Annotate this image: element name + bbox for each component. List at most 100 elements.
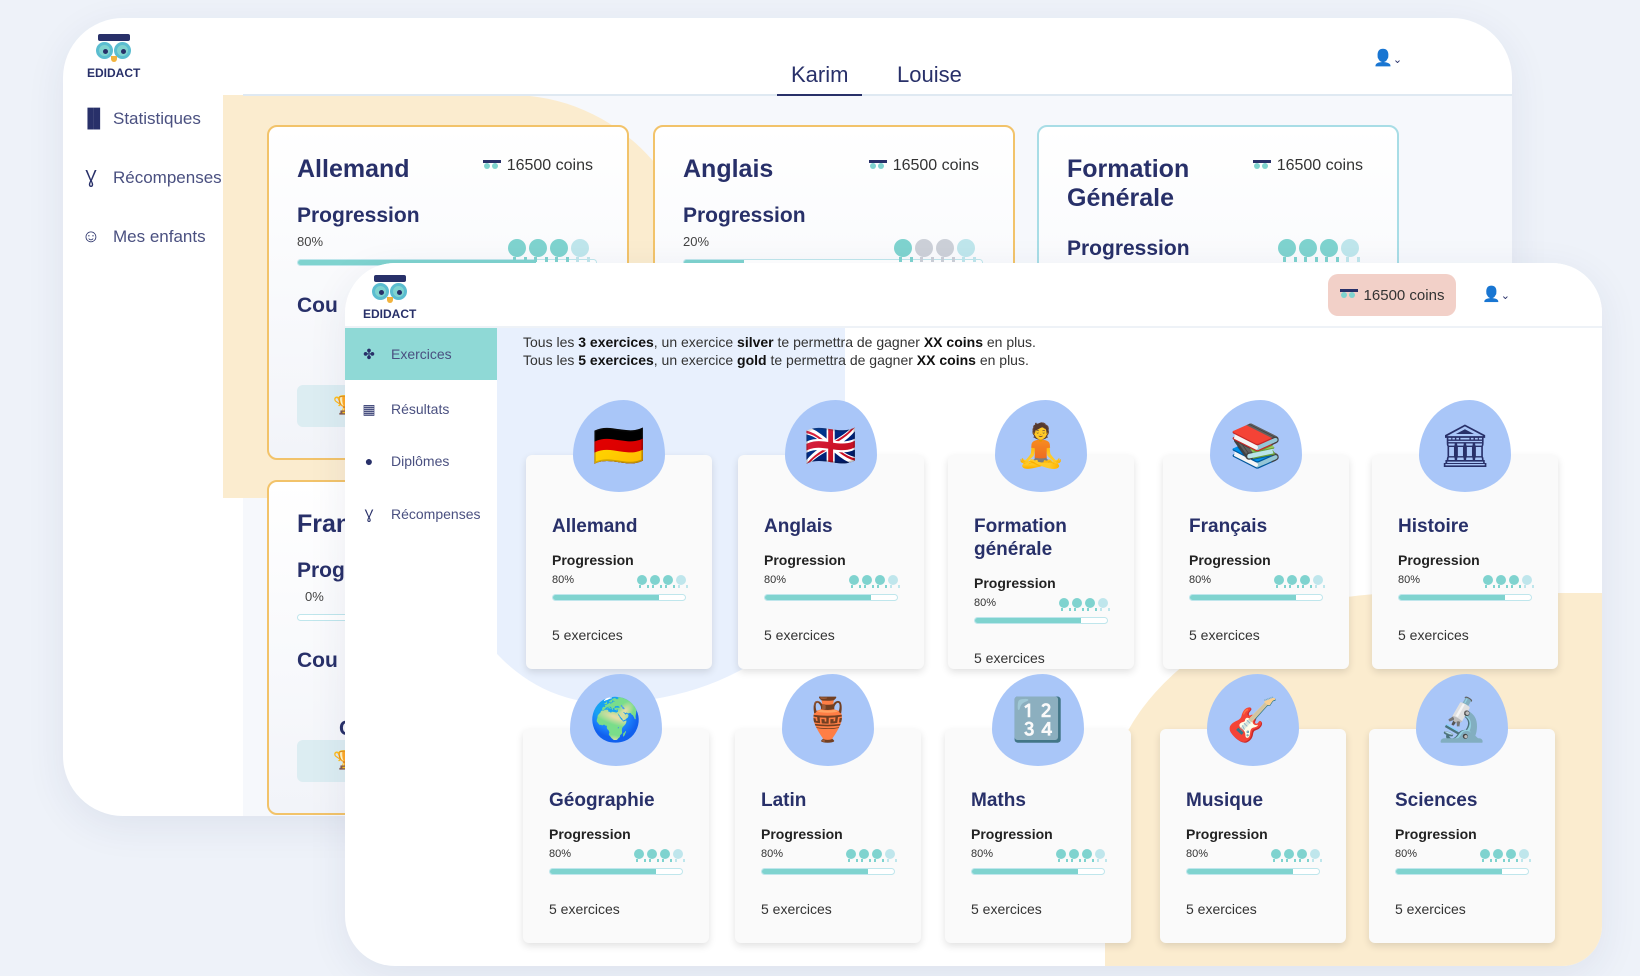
sidebar-item-récompenses[interactable]: Ɣ Récompenses — [345, 488, 497, 540]
progress-bar — [1186, 868, 1320, 875]
progression-label: Progression — [971, 826, 1053, 842]
subject-illustration: 📚 — [1210, 400, 1302, 492]
medal-icon — [1509, 575, 1521, 588]
sidebar-item-label: Récompenses — [113, 167, 222, 187]
medal-rating — [637, 575, 688, 588]
medal-rating — [1278, 239, 1360, 262]
sidebar-item-récompenses[interactable]: Ɣ Récompenses — [81, 167, 222, 188]
subject-card[interactable]: 🇩🇪 Allemand Progression 80% 5 exercices — [526, 400, 712, 669]
exercises-icon: ✤ — [363, 345, 375, 362]
medal-icon — [1098, 598, 1110, 611]
progress-percent: 80% — [1395, 848, 1418, 860]
medal-icon — [1341, 239, 1360, 262]
subject-card[interactable]: 🎸 Musique Progression 80% 5 exercices — [1160, 674, 1346, 943]
medal-icon — [888, 575, 900, 588]
sidebar-item-exercices[interactable]: ✤ Exercices — [345, 328, 497, 380]
medal-icon — [663, 575, 675, 588]
tab-louise[interactable]: Louise — [897, 62, 962, 88]
progress-percent: 80% — [761, 848, 784, 860]
medal-icon — [1300, 575, 1312, 588]
medal-icon — [849, 575, 861, 588]
medal-icon — [1278, 239, 1297, 262]
progression-label: Progression — [1395, 826, 1477, 842]
subject-title: Géographie — [549, 790, 655, 811]
logo[interactable]: EDIDACT — [363, 275, 416, 321]
subject-title: Anglais — [764, 516, 833, 537]
progress-percent: 80% — [1398, 574, 1421, 586]
subject-icon: 🎸 — [1226, 695, 1280, 743]
subject-card[interactable]: 🧘 Formation générale Progression 80% 5 exerc… — [948, 400, 1134, 669]
medal-icon — [1284, 849, 1296, 862]
sidebar-item-label: Diplômes — [391, 453, 450, 469]
subject-card[interactable]: 🇬🇧 Anglais Progression 80% 5 exercices — [738, 400, 924, 669]
progression-label: Progression — [1186, 826, 1268, 842]
subject-title: Formation Générale — [1067, 155, 1190, 212]
progress-bar — [549, 868, 683, 875]
subject-icon: 🔬 — [1435, 695, 1489, 743]
coins-amount: 16500 coins — [1363, 286, 1445, 304]
subject-icon: 📚 — [1229, 421, 1283, 469]
exercise-count: 5 exercices — [761, 901, 832, 917]
subject-card[interactable]: 🏺 Latin Progression 80% 5 exercices — [735, 674, 921, 943]
subject-card[interactable]: 🌍 Géographie Progression 80% 5 exercices — [523, 674, 709, 943]
subject-card[interactable]: 🔢 Maths Progression 80% 5 exercices — [945, 674, 1131, 943]
sidebar-item-statistiques[interactable]: ▐▌ Statistiques — [81, 108, 201, 129]
medal-icon — [915, 239, 934, 262]
subject-title: Sciences — [1395, 790, 1478, 811]
medal-icon — [1313, 575, 1325, 588]
progress-percent: 80% — [552, 574, 575, 586]
medal-icon — [1082, 849, 1094, 862]
subject-icon: 🏛 — [1438, 421, 1492, 469]
medal-rating — [1274, 575, 1325, 588]
progress-bar — [761, 868, 895, 875]
medal-icon — [1072, 598, 1084, 611]
exercise-count: 5 exercices — [552, 627, 623, 643]
child-exercises-window: EDIDACT 16500 coins 👤⌄ ✤ Exercices ▦ Résult… — [345, 263, 1602, 966]
progression-label: Progression — [549, 826, 631, 842]
logo[interactable]: EDIDACT — [87, 34, 140, 80]
medal-icon — [957, 239, 976, 262]
sidebar-item-diplômes[interactable]: ● Diplômes — [345, 435, 497, 487]
medal-icon — [872, 849, 884, 862]
progression-label: Progression — [552, 552, 634, 568]
medal-icon — [1085, 598, 1097, 611]
sidebar-item-résultats[interactable]: ▦ Résultats — [345, 383, 497, 435]
subject-card[interactable]: 📚 Français Progression 80% 5 exercices — [1163, 400, 1349, 669]
medal-rating — [1483, 575, 1534, 588]
medal-icon — [1069, 849, 1081, 862]
medal-icon — [571, 239, 590, 262]
medal-icon — [875, 575, 887, 588]
medal-rating — [508, 239, 590, 262]
progress-percent: 80% — [1186, 848, 1209, 860]
medal-icon — [634, 849, 646, 862]
medal-icon — [647, 849, 659, 862]
medal-rating — [894, 239, 976, 262]
subject-card[interactable]: 🔬 Sciences Progression 80% 5 exercices — [1369, 674, 1555, 943]
medal-icon — [550, 239, 569, 262]
exercise-count: 5 exercices — [1395, 901, 1466, 917]
exercise-count: 5 exercices — [971, 901, 1042, 917]
coins-badge: 16500 coins — [1328, 274, 1456, 316]
medal-icon — [1320, 239, 1339, 262]
subject-title: Français — [1189, 516, 1268, 537]
medal-icon — [1297, 849, 1309, 862]
sidebar-item-label: Exercices — [391, 346, 452, 362]
medal-icon: Ɣ — [364, 506, 374, 522]
info-line: Tous les 5 exercices, un exercice gold t… — [523, 352, 1029, 368]
exercise-count: 5 exercices — [1189, 627, 1260, 643]
user-menu-button[interactable]: 👤⌄ — [1373, 48, 1402, 68]
subject-illustration: 🏺 — [782, 674, 874, 766]
subject-title: Musique — [1186, 790, 1264, 811]
subject-icon: 🌍 — [589, 695, 643, 743]
medal-icon — [859, 849, 871, 862]
medal-icon — [1095, 849, 1107, 862]
medal-icon — [862, 575, 874, 588]
brand-name: EDIDACT — [363, 307, 417, 321]
user-menu-button[interactable]: 👤⌄ — [1482, 285, 1510, 303]
sidebar-item-mes-enfants[interactable]: ☺ Mes enfants — [81, 226, 206, 247]
medal-icon — [1506, 849, 1518, 862]
tab-karim[interactable]: Karim — [777, 62, 863, 96]
subject-card[interactable]: 🏛 Histoire Progression 80% 5 exercices — [1372, 400, 1558, 669]
owl-logo-icon — [371, 275, 409, 305]
medal-icon — [1493, 849, 1505, 862]
